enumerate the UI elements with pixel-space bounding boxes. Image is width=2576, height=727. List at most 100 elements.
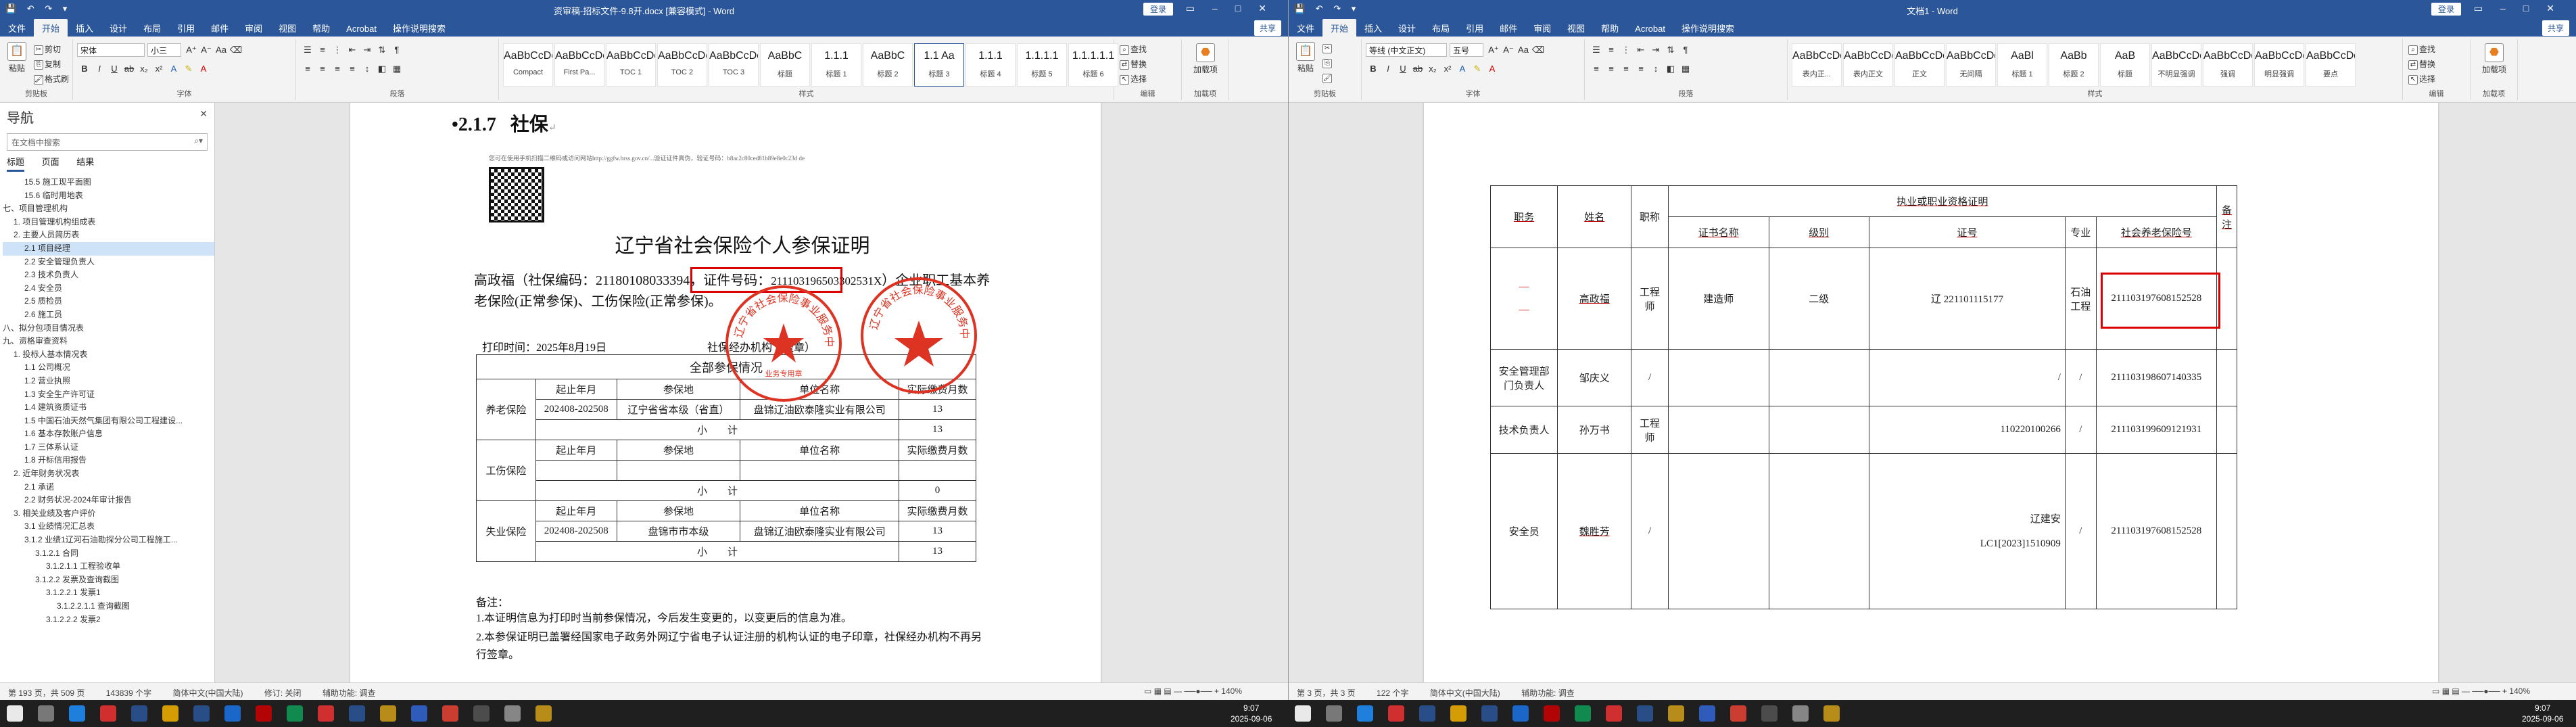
- taskbar-app-icon[interactable]: [38, 705, 54, 722]
- taskbar-app-icon[interactable]: [1575, 705, 1591, 722]
- clock-left[interactable]: 9:07 2025-09-06: [1231, 703, 1272, 724]
- close-icon[interactable]: ✕: [199, 108, 208, 120]
- style-option[interactable]: 1.1 Aa 标题 3: [914, 43, 964, 87]
- nav-heading-item[interactable]: 2.6 施工员: [3, 308, 214, 322]
- underline-button[interactable]: U: [1396, 62, 1410, 76]
- nav-heading-item[interactable]: 2. 主要人员简历表: [3, 229, 214, 242]
- change-case-button[interactable]: Aa: [1516, 43, 1531, 57]
- nav-heading-item[interactable]: 七、项目管理机构: [3, 202, 214, 216]
- tab-5[interactable]: 引用: [169, 19, 203, 37]
- tell-me-search[interactable]: 操作说明搜索: [385, 19, 454, 37]
- taskbar-app-icon[interactable]: [1481, 705, 1498, 722]
- increase-indent-button[interactable]: ⇥: [360, 43, 375, 57]
- align-left-button[interactable]: ≡: [300, 62, 315, 76]
- tab-2[interactable]: 插入: [68, 19, 101, 37]
- font-name-select[interactable]: 宋体: [77, 43, 145, 57]
- nav-heading-item[interactable]: 3. 相关业绩及客户评价: [3, 507, 214, 521]
- language-status[interactable]: 简体中文(中国大陆): [172, 688, 243, 698]
- multilevel-button[interactable]: ⋮: [330, 43, 345, 57]
- taskbar-app-icon[interactable]: [100, 705, 116, 722]
- tab-6[interactable]: 邮件: [203, 19, 237, 37]
- nav-tab-results[interactable]: 结果: [76, 155, 94, 170]
- select-button[interactable]: ↖ 选择: [1120, 73, 1147, 85]
- sign-in-button[interactable]: 登录: [2431, 3, 2461, 16]
- align-left-button[interactable]: ≡: [1589, 62, 1604, 76]
- style-option[interactable]: AaBbCcDc TOC 3: [709, 43, 759, 87]
- cut-button[interactable]: ✂ 剪切: [34, 43, 61, 55]
- tab-8[interactable]: 视图: [270, 19, 304, 37]
- style-option[interactable]: AaBbCcDd 不明显强调: [2151, 43, 2201, 87]
- track-changes-status[interactable]: 修订: 关闭: [264, 688, 302, 698]
- style-option[interactable]: AaBb 标题 2: [2049, 43, 2099, 87]
- tab-9[interactable]: 帮助: [304, 19, 338, 37]
- justify-button[interactable]: ≡: [345, 62, 360, 76]
- taskbar-app-icon[interactable]: [1730, 705, 1746, 722]
- nav-heading-item[interactable]: 2.4 安全员: [3, 282, 214, 296]
- tab-3[interactable]: 设计: [1390, 19, 1424, 37]
- tab-3[interactable]: 设计: [101, 19, 135, 37]
- nav-heading-item[interactable]: 3.1.2 业绩1辽河石油勘探分公司工程施工...: [3, 534, 214, 547]
- style-option[interactable]: AaBbCcDc First Pa...: [554, 43, 604, 87]
- copy-button[interactable]: ⎘: [1322, 58, 1333, 68]
- addins-button[interactable]: ⬣ 加载项: [1189, 43, 1222, 75]
- page-count[interactable]: 第 193 页，共 509 页: [8, 688, 85, 698]
- taskbar-app-icon[interactable]: [1606, 705, 1622, 722]
- nav-heading-item[interactable]: 3.1.2.2.2 发票2: [3, 613, 214, 627]
- align-center-button[interactable]: ≡: [315, 62, 330, 76]
- nav-heading-item[interactable]: 3.1.2.1.1 工程验收单: [3, 560, 214, 573]
- style-option[interactable]: 1.1.1.1.1 标题 6: [1068, 43, 1118, 87]
- taskbar-app-icon[interactable]: [442, 705, 458, 722]
- nav-heading-item[interactable]: 2.5 质检员: [3, 295, 214, 308]
- style-option[interactable]: AaBbCcDd 正文: [1894, 43, 1945, 87]
- taskbar-app-icon[interactable]: [256, 705, 272, 722]
- style-option[interactable]: AaBbCcDd 强调: [2203, 43, 2253, 87]
- taskbar-app-icon[interactable]: [1761, 705, 1778, 722]
- highlight-button[interactable]: ✎: [1470, 62, 1485, 76]
- taskbar-app-icon[interactable]: [162, 705, 178, 722]
- tab-8[interactable]: 视图: [1559, 19, 1593, 37]
- paste-button[interactable]: 📋 粘贴: [4, 42, 30, 74]
- copy-button[interactable]: ⎘ 复制: [34, 58, 61, 70]
- style-option[interactable]: AaBbCcDd 表内正...: [1792, 43, 1842, 87]
- tab-7[interactable]: 审阅: [1525, 19, 1559, 37]
- change-case-button[interactable]: Aa: [214, 43, 229, 57]
- italic-button[interactable]: I: [1381, 62, 1396, 76]
- select-button[interactable]: ↖ 选择: [2408, 73, 2435, 85]
- line-spacing-button[interactable]: ↕: [1648, 62, 1663, 76]
- taskbar-app-icon[interactable]: [1637, 705, 1653, 722]
- format-painter-button[interactable]: 🖌: [1322, 73, 1333, 83]
- text-effects-button[interactable]: A: [166, 62, 181, 76]
- taskbar-app-icon[interactable]: [1357, 705, 1373, 722]
- nav-heading-item[interactable]: 2.1 项目经理: [3, 241, 214, 256]
- style-option[interactable]: 1.1.1.1 标题 5: [1017, 43, 1067, 87]
- borders-button[interactable]: ▦: [1678, 62, 1693, 76]
- taskbar-app-icon[interactable]: [1450, 705, 1466, 722]
- borders-button[interactable]: ▦: [389, 62, 404, 76]
- align-right-button[interactable]: ≡: [1619, 62, 1633, 76]
- shrink-font-button[interactable]: A⁻: [1501, 43, 1516, 57]
- format-painter-button[interactable]: 🖌 格式刷: [34, 73, 69, 85]
- document-page[interactable]: •2.1.7 社保↵ 您可在使用手机扫描二维码或访问网站http://ggfw.…: [350, 103, 1101, 691]
- taskbar-app-icon[interactable]: [504, 705, 521, 722]
- style-option[interactable]: AaBbCcDc TOC 1: [606, 43, 656, 87]
- font-size-select[interactable]: 五号: [1450, 43, 1483, 57]
- clear-format-button[interactable]: ⌫: [1531, 43, 1546, 57]
- style-option[interactable]: AaBbCcDc TOC 2: [657, 43, 707, 87]
- subscript-button[interactable]: x₂: [137, 62, 151, 76]
- grow-font-button[interactable]: A⁺: [1486, 43, 1501, 57]
- italic-button[interactable]: I: [92, 62, 107, 76]
- page-count[interactable]: 第 3 页，共 3 页: [1297, 688, 1356, 698]
- nav-heading-item[interactable]: 2.2 安全管理负责人: [3, 256, 214, 269]
- text-effects-button[interactable]: A: [1455, 62, 1470, 76]
- taskbar-app-icon[interactable]: [1823, 705, 1840, 722]
- align-right-button[interactable]: ≡: [330, 62, 345, 76]
- nav-heading-item[interactable]: 1. 投标人基本情况表: [3, 348, 214, 362]
- addins-button[interactable]: ⬣ 加载项: [2477, 43, 2511, 75]
- tab-10[interactable]: Acrobat: [338, 21, 385, 37]
- taskbar-app-icon[interactable]: [1668, 705, 1684, 722]
- align-center-button[interactable]: ≡: [1604, 62, 1619, 76]
- style-option[interactable]: AaBbCcDc Compact: [503, 43, 553, 87]
- nav-heading-item[interactable]: 1.7 三体系认证: [3, 441, 214, 454]
- tab-7[interactable]: 审阅: [237, 19, 270, 37]
- bold-button[interactable]: B: [77, 62, 92, 76]
